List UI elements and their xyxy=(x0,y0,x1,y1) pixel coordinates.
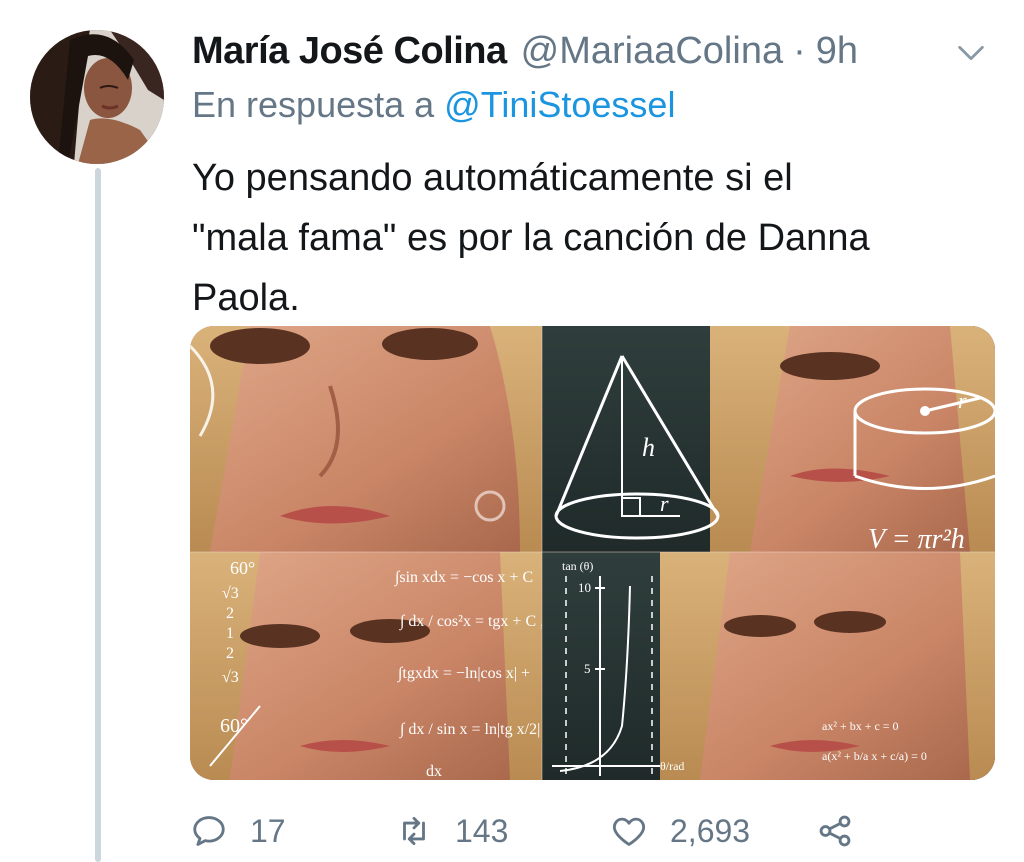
tweet-text-line: Paola. xyxy=(192,277,300,319)
like-button[interactable]: 2,693 xyxy=(610,806,750,856)
retweet-icon xyxy=(403,816,425,846)
retweet-count: 143 xyxy=(455,812,509,849)
author-display-name[interactable]: María José Colina xyxy=(192,30,507,73)
tweet-text: Yo pensando automáticamente si el "mala … xyxy=(192,148,982,328)
fraction-2: 2 xyxy=(226,605,234,622)
avatar[interactable] xyxy=(30,30,164,164)
equation-2: a(x² + b/a x + c/a) = 0 xyxy=(822,749,927,763)
graph-tick-5: 5 xyxy=(584,661,591,676)
reply-prefix: En respuesta a xyxy=(192,84,435,125)
tweet-timestamp[interactable]: 9h xyxy=(816,30,858,73)
fraction-1: 1 xyxy=(226,625,234,642)
fraction-sqrt3: √3 xyxy=(222,585,239,602)
like-count: 2,693 xyxy=(670,812,751,849)
sqrt3-small: √3 xyxy=(222,669,239,686)
integral-1: ∫sin xdx = −cos x + C xyxy=(394,569,533,587)
heart-icon xyxy=(612,817,646,846)
share-icon xyxy=(819,815,851,847)
meme-panel-1 xyxy=(190,326,542,552)
tweet-header: María José Colina @MariaaColina · 9h xyxy=(192,28,994,74)
thread-line xyxy=(95,168,101,862)
author-handle[interactable]: @MariaaColina xyxy=(521,30,783,73)
reply-count: 17 xyxy=(250,812,286,849)
reply-context: En respuesta a @TiniStoessel xyxy=(192,84,675,126)
cylinder-radius-label: r xyxy=(958,388,967,413)
meme-panel-3: 60° √3 2 1 2 √3 60° ∫sin xdx = −cos x + … xyxy=(190,552,568,780)
angle-top-label: 60° xyxy=(230,558,255,578)
meme-panel-4: tan (θ) 10 5 θ/rad ax² + bx + c = 0 a(x²… xyxy=(542,552,995,780)
tweet-media-image[interactable]: h r r V = πr²h 60° √3 2 1 2 √3 60° ∫sin … xyxy=(190,326,995,780)
graph-tick-10: 10 xyxy=(578,580,591,595)
time-separator: · xyxy=(793,29,806,72)
cone-height-label: h xyxy=(642,433,655,462)
reply-button[interactable]: 17 xyxy=(190,806,286,856)
cone-radius-label: r xyxy=(660,491,669,516)
meme-panel-2: h r r V = πr²h xyxy=(542,326,995,555)
fraction-2b: 2 xyxy=(226,645,234,662)
graph-xlabel: θ/rad xyxy=(660,759,684,773)
reply-mention-link[interactable]: @TiniStoessel xyxy=(444,84,675,125)
tweet-text-line: Yo pensando automáticamente si el xyxy=(192,157,793,199)
share-button[interactable] xyxy=(816,806,876,856)
volume-formula: V = πr²h xyxy=(868,524,965,555)
graph-title: tan (θ) xyxy=(562,559,593,573)
tweet-text-line: "mala fama" es por la canción de Danna xyxy=(192,217,870,259)
reply-icon xyxy=(193,816,225,846)
integral-dx: dx xyxy=(426,763,442,780)
integral-2: ∫ dx / cos²x = tgx + C , xyxy=(399,613,544,631)
tweet-actions: 17 143 2,693 xyxy=(190,806,890,856)
equation-1: ax² + bx + c = 0 xyxy=(822,719,899,733)
retweet-button[interactable]: 143 xyxy=(395,806,508,856)
integral-3: ∫tgxdx = −ln|cos x| + xyxy=(397,665,530,683)
chevron-down-icon[interactable] xyxy=(954,36,988,70)
